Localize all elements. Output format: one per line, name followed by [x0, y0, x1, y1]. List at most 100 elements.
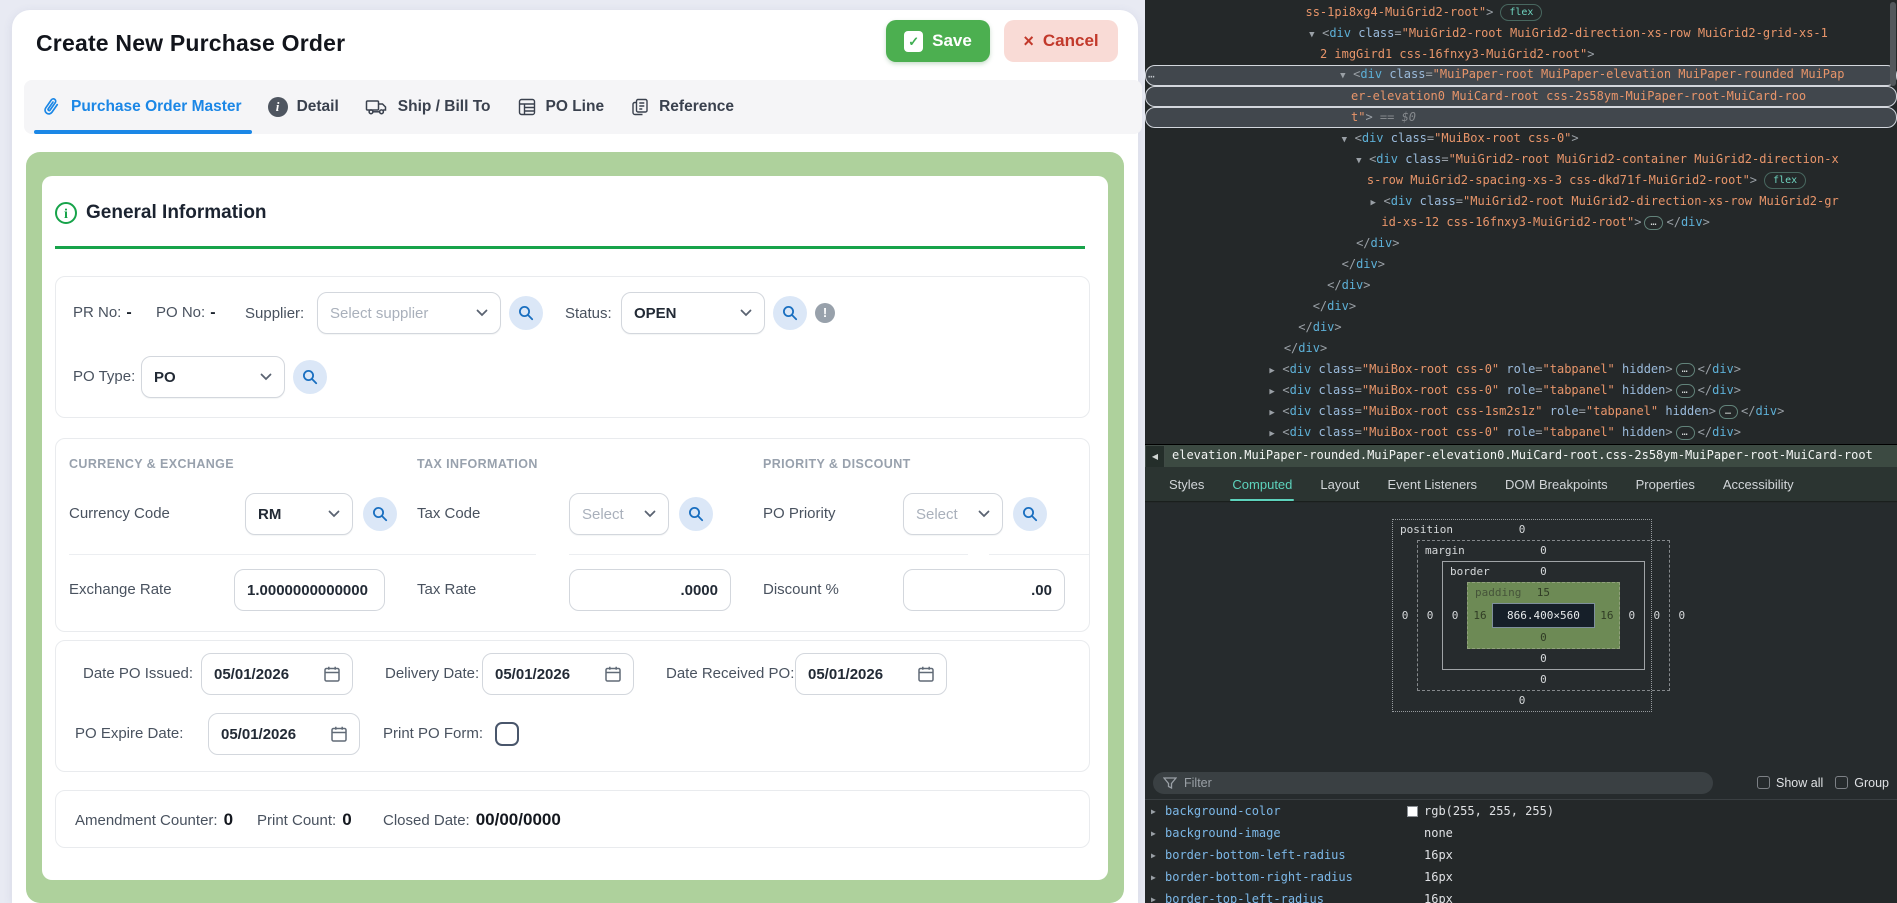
- devtools-tab-event-listeners[interactable]: Event Listeners: [1387, 467, 1477, 501]
- expand-arrow-icon[interactable]: ▶: [1151, 807, 1165, 816]
- filter-input[interactable]: Filter: [1153, 772, 1713, 794]
- collapsed-children-icon[interactable]: …: [1719, 405, 1738, 419]
- dom-tree-line-selected[interactable]: er-elevation0 MuiCard-root css-2s58ym-Mu…: [1145, 86, 1897, 107]
- box-model-padding[interactable]: padding15 16 866.400×560 16 0: [1467, 582, 1620, 649]
- collapsed-children-icon[interactable]: …: [1676, 363, 1695, 377]
- devtools-tab-accessibility[interactable]: Accessibility: [1723, 467, 1794, 501]
- expand-arrow-icon[interactable]: ▶: [1371, 193, 1384, 214]
- dom-tree-line-selected[interactable]: ⋯▼<div class="MuiPaper-root MuiPaper-ele…: [1145, 65, 1897, 86]
- dom-tree-line[interactable]: 2 imgGird1 css-16fnxy3-MuiGrid2-root">: [1145, 44, 1897, 65]
- dom-tree-line[interactable]: </div>: [1145, 254, 1897, 275]
- expand-arrow-icon[interactable]: ▶: [1151, 873, 1165, 882]
- supplier-select[interactable]: Select supplier: [317, 292, 501, 334]
- expand-arrow-icon[interactable]: ▶: [1269, 424, 1282, 444]
- tax-rate-input[interactable]: .0000: [569, 569, 731, 611]
- computed-property-row[interactable]: ▶border-bottom-left-radius16px: [1145, 844, 1897, 866]
- box-model-position[interactable]: position0 0 margin0 0 border0 0: [1392, 519, 1652, 712]
- dom-tree-line[interactable]: </div>: [1145, 233, 1897, 254]
- po-priority-select[interactable]: Select: [903, 493, 1003, 535]
- dom-tree-line[interactable]: </div>: [1145, 275, 1897, 296]
- tab-purchase-order-master[interactable]: Purchase Order Master: [40, 80, 242, 134]
- expand-arrow-icon[interactable]: ▼: [1342, 130, 1355, 151]
- expand-arrow-icon[interactable]: ▶: [1269, 382, 1282, 403]
- expand-arrow-icon[interactable]: ▶: [1269, 361, 1282, 382]
- collapsed-children-icon[interactable]: …: [1676, 384, 1695, 398]
- group-checkbox[interactable]: Group: [1835, 776, 1889, 790]
- dom-tree-line[interactable]: </div>: [1145, 317, 1897, 338]
- print-po-form-checkbox[interactable]: [495, 722, 519, 746]
- scrollbar-thumb[interactable]: [1890, 2, 1896, 86]
- pr-no-field: PR No:-: [73, 304, 132, 322]
- box-model-content[interactable]: 866.400×560: [1492, 603, 1595, 628]
- computed-property-row[interactable]: ▶background-imagenone: [1145, 822, 1897, 844]
- breadcrumb-back-button[interactable]: ◀: [1145, 445, 1165, 468]
- tax-code-search-button[interactable]: [679, 497, 713, 531]
- devtools-tab-layout[interactable]: Layout: [1320, 467, 1359, 501]
- expand-arrow-icon[interactable]: ▶: [1151, 851, 1165, 860]
- box-model-margin[interactable]: margin0 0 border0 0 padding15: [1417, 540, 1670, 691]
- expand-arrow-icon[interactable]: ▶: [1151, 829, 1165, 838]
- dom-tree-line[interactable]: ▶<div class="MuiBox-root css-0" role="ta…: [1145, 422, 1897, 443]
- currency-search-button[interactable]: [363, 497, 397, 531]
- delivery-date-input[interactable]: 05/01/2026: [482, 653, 634, 695]
- tab-detail[interactable]: iDetail: [268, 80, 339, 134]
- computed-property-row[interactable]: ▶border-top-left-radius16px: [1145, 888, 1897, 903]
- expand-arrow-icon[interactable]: ▶: [1151, 895, 1165, 903]
- tax-code-select[interactable]: Select: [569, 493, 669, 535]
- dom-tree-line-selected[interactable]: t"> == $0: [1145, 107, 1897, 128]
- dom-tree-line[interactable]: </div>: [1145, 338, 1897, 359]
- tab-po-line[interactable]: PO Line: [517, 80, 605, 134]
- po-priority-search-button[interactable]: [1013, 497, 1047, 531]
- dom-tree-line[interactable]: ▶<div class="MuiBox-root css-0" role="ta…: [1145, 380, 1897, 401]
- exchange-rate-input[interactable]: 1.0000000000000: [234, 569, 385, 611]
- devtools-tab-dom-breakpoints[interactable]: DOM Breakpoints: [1505, 467, 1608, 501]
- color-swatch-icon[interactable]: [1407, 806, 1418, 817]
- collapsed-children-icon[interactable]: …: [1644, 216, 1663, 230]
- computed-property-row[interactable]: ▶border-bottom-right-radius16px: [1145, 866, 1897, 888]
- chevron-down-icon: [644, 510, 656, 518]
- po-expire-date-input[interactable]: 05/01/2026: [208, 713, 360, 755]
- collapsed-children-icon[interactable]: …: [1676, 426, 1695, 440]
- po-type-select[interactable]: PO: [141, 356, 285, 398]
- expand-arrow-icon[interactable]: ▼: [1340, 66, 1353, 87]
- cancel-button[interactable]: × Cancel: [1004, 20, 1118, 62]
- breadcrumb[interactable]: elevation.MuiPaper-rounded.MuiPaper-elev…: [1165, 445, 1897, 468]
- save-button[interactable]: ✓ Save: [886, 20, 990, 62]
- tab-reference[interactable]: Reference: [630, 80, 734, 134]
- divider: [69, 554, 536, 555]
- dom-tree-line[interactable]: ss-1pi8xg4-MuiGrid2-root">flex: [1145, 2, 1897, 23]
- expand-arrow-icon[interactable]: ▶: [1269, 403, 1282, 424]
- expand-arrow-icon[interactable]: ▼: [1309, 25, 1322, 46]
- dom-tree-line[interactable]: ▶<div class="MuiBox-root css-1sm2s1z" ro…: [1145, 401, 1897, 422]
- po-priority-label: PO Priority: [763, 505, 836, 522]
- po-type-search-button[interactable]: [293, 360, 327, 394]
- more-actions-icon[interactable]: ⋯: [1148, 66, 1162, 87]
- currency-code-select[interactable]: RM: [245, 493, 353, 535]
- devtools-tab-styles[interactable]: Styles: [1169, 467, 1204, 501]
- devtools-tab-properties[interactable]: Properties: [1636, 467, 1695, 501]
- status-select[interactable]: OPEN: [621, 292, 765, 334]
- date-received-po-input[interactable]: 05/01/2026: [795, 653, 947, 695]
- date-po-issued-input[interactable]: 05/01/2026: [201, 653, 353, 695]
- show-all-checkbox[interactable]: Show all: [1757, 776, 1823, 790]
- status-search-button[interactable]: [773, 296, 807, 330]
- dom-tree-line[interactable]: ▼<div class="MuiGrid2-root MuiGrid2-dire…: [1145, 23, 1897, 44]
- dom-tree-line[interactable]: ▶<div class="MuiGrid2-root MuiGrid2-dire…: [1145, 191, 1897, 212]
- dom-tree-line[interactable]: s-row MuiGrid2-spacing-xs-3 css-dkd71f-M…: [1145, 170, 1897, 191]
- expand-arrow-icon[interactable]: ▼: [1356, 151, 1369, 172]
- dom-tree-line[interactable]: ▼<div class="MuiBox-root css-0">: [1145, 128, 1897, 149]
- computed-property-row[interactable]: ▶background-colorrgb(255, 255, 255): [1145, 800, 1897, 822]
- discount-input[interactable]: .00: [903, 569, 1065, 611]
- box-model-border[interactable]: border0 0 padding15 16 866.400×560: [1442, 561, 1645, 670]
- flex-badge[interactable]: flex: [1764, 172, 1806, 189]
- dom-tree-line[interactable]: </div>: [1145, 296, 1897, 317]
- tab-ship-bill-to[interactable]: Ship / Bill To: [365, 80, 491, 134]
- flex-badge[interactable]: flex: [1500, 4, 1542, 21]
- dom-tree-line[interactable]: ▶<div class="MuiBox-root css-0" role="ta…: [1145, 359, 1897, 380]
- computed-properties-list: ▶background-colorrgb(255, 255, 255)▶back…: [1145, 800, 1897, 903]
- supplier-search-button[interactable]: [509, 296, 543, 330]
- devtools-tab-computed[interactable]: Computed: [1232, 467, 1292, 501]
- dates-fieldset: Date PO Issued: 05/01/2026 Delivery Date…: [55, 640, 1090, 772]
- dom-tree-line[interactable]: ▼<div class="MuiGrid2-root MuiGrid2-cont…: [1145, 149, 1897, 170]
- dom-tree-line[interactable]: id-xs-12 css-16fnxy3-MuiGrid2-root">…</d…: [1145, 212, 1897, 233]
